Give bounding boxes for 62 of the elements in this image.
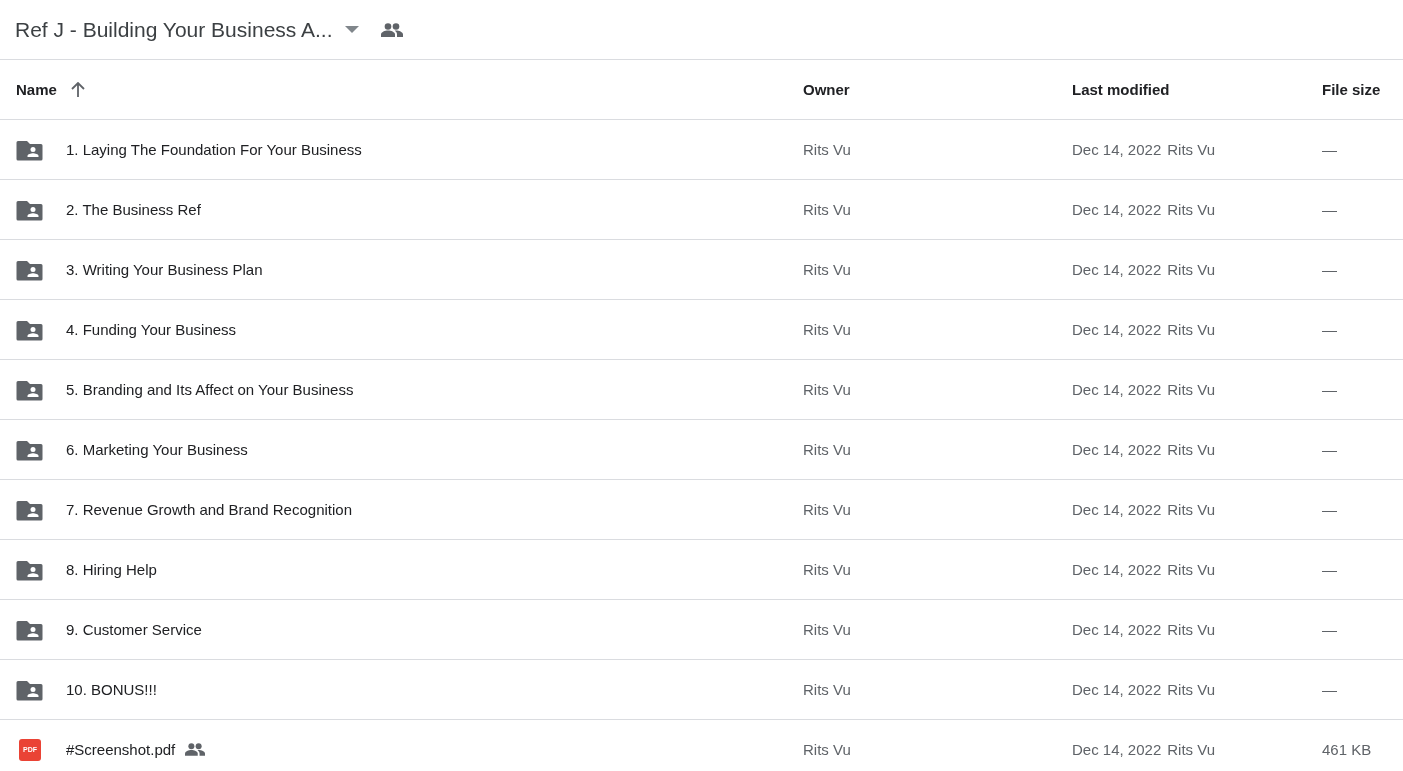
file-name[interactable]: 7. Revenue Growth and Brand Recognition xyxy=(66,501,352,518)
modifier-name: Rits Vu xyxy=(1167,201,1216,218)
modified-date: Dec 14, 2022 xyxy=(1072,441,1162,458)
file-name[interactable]: 10. BONUS!!! xyxy=(66,681,157,698)
file-size: — xyxy=(1322,200,1337,218)
file-size: — xyxy=(1322,620,1337,638)
modifier-name: Rits Vu xyxy=(1167,441,1216,458)
owner-name: Rits Vu xyxy=(803,320,851,338)
owner-name: Rits Vu xyxy=(803,200,851,218)
file-size: — xyxy=(1322,440,1337,458)
owner-name: Rits Vu xyxy=(803,500,851,518)
file-name[interactable]: 8. Hiring Help xyxy=(66,561,157,578)
modifier-name: Rits Vu xyxy=(1167,561,1216,578)
modified-date: Dec 14, 2022 xyxy=(1072,381,1162,398)
owner-name: Rits Vu xyxy=(803,620,851,638)
modifier-name: Rits Vu xyxy=(1167,741,1216,758)
dropdown-caret-icon[interactable] xyxy=(344,25,359,34)
file-name[interactable]: 1. Laying The Foundation For Your Business xyxy=(66,141,362,158)
file-size: 461 KB xyxy=(1322,740,1372,758)
modifier-name: Rits Vu xyxy=(1167,621,1216,638)
owner-name: Rits Vu xyxy=(803,740,851,758)
owner-name: Rits Vu xyxy=(803,140,851,158)
modifier-name: Rits Vu xyxy=(1167,381,1216,398)
column-header[interactable]: Last modified xyxy=(1072,80,1170,98)
modified-date: Dec 14, 2022 xyxy=(1072,141,1162,158)
file-size: — xyxy=(1322,560,1337,578)
modified-date: Dec 14, 2022 xyxy=(1072,321,1162,338)
file-size: — xyxy=(1322,260,1337,278)
owner-name: Rits Vu xyxy=(803,260,851,278)
modifier-name: Rits Vu xyxy=(1167,141,1216,158)
modifier-name: Rits Vu xyxy=(1167,261,1216,278)
folder-title[interactable]: Ref J - Building Your Business A... xyxy=(15,17,333,42)
modifier-name: Rits Vu xyxy=(1167,501,1216,518)
owner-name: Rits Vu xyxy=(803,680,851,698)
owner-name: Rits Vu xyxy=(803,440,851,458)
file-name[interactable]: 5. Branding and Its Affect on Your Business xyxy=(66,381,354,398)
file-name[interactable]: 4. Funding Your Business xyxy=(66,321,237,338)
modifier-name: Rits Vu xyxy=(1167,681,1216,698)
file-name[interactable]: 2. The Business Ref xyxy=(66,201,201,218)
file-size: — xyxy=(1322,380,1337,398)
modified-date: Dec 14, 2022 xyxy=(1072,741,1162,758)
modified-date: Dec 14, 2022 xyxy=(1072,681,1162,698)
file-name[interactable]: 3. Writing Your Business Plan xyxy=(66,261,263,278)
owner-name: Rits Vu xyxy=(803,380,851,398)
file-size: — xyxy=(1322,680,1337,698)
file-name[interactable]: 9. Customer Service xyxy=(66,621,202,638)
modified-date: Dec 14, 2022 xyxy=(1072,261,1162,278)
modified-date: Dec 14, 2022 xyxy=(1072,561,1162,578)
file-size: — xyxy=(1322,500,1337,518)
modifier-name: Rits Vu xyxy=(1167,321,1216,338)
column-header[interactable]: Name xyxy=(16,81,57,98)
file-size: — xyxy=(1322,320,1337,338)
owner-name: Rits Vu xyxy=(803,560,851,578)
column-header[interactable]: Owner xyxy=(803,80,850,98)
file-size: — xyxy=(1322,140,1337,158)
modified-date: Dec 14, 2022 xyxy=(1072,621,1162,638)
sort-arrow-icon[interactable] xyxy=(69,81,86,98)
file-name[interactable]: #Screenshot.pdf xyxy=(66,741,176,758)
modified-date: Dec 14, 2022 xyxy=(1072,201,1162,218)
file-name[interactable]: 6. Marketing Your Business xyxy=(66,441,248,458)
column-header[interactable]: File size xyxy=(1322,80,1381,98)
modified-date: Dec 14, 2022 xyxy=(1072,501,1162,518)
